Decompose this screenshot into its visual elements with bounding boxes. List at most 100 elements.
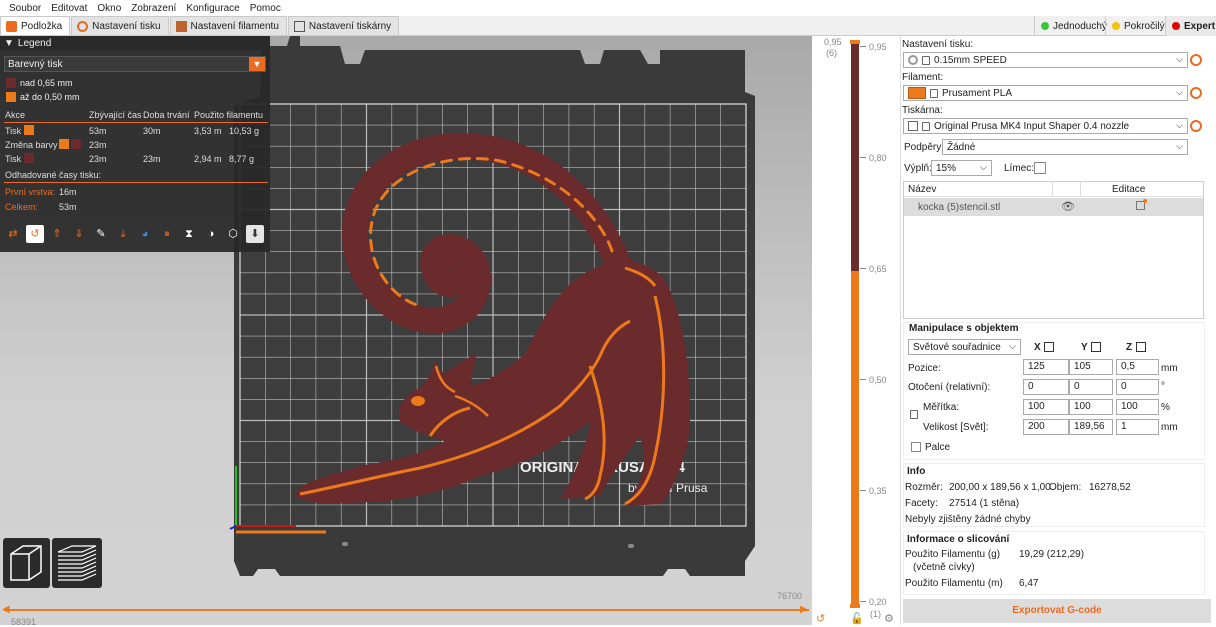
shells-icon[interactable]: ⬡ [224, 225, 242, 243]
filament-combo[interactable]: Prusament PLA ⌵ [903, 85, 1188, 101]
edit-preset-gear-icon[interactable] [1190, 87, 1202, 99]
pause-prints-icon[interactable]: ⏸ [158, 225, 176, 243]
size-x-input[interactable]: 200 [1023, 419, 1069, 435]
tab-printer-settings[interactable]: Nastavení tiskárny [287, 16, 400, 35]
slider-right-arrow-icon[interactable]: ▶ [800, 604, 808, 615]
view-preview-button[interactable] [52, 538, 102, 588]
manipulation-title: Manipulace s objektem [909, 323, 1019, 334]
undo-arrow-icon[interactable]: ↺ [816, 612, 825, 625]
wipe-icon[interactable]: ↺ [26, 225, 44, 243]
slider-left-arrow-icon[interactable]: ◀ [2, 604, 10, 615]
tab-print-settings[interactable]: Nastavení tisku [71, 16, 169, 35]
edit-preset-gear-icon[interactable] [1190, 54, 1202, 66]
mode-simple[interactable]: Jednoduchý [1034, 16, 1113, 36]
coordinates-select[interactable]: Světové souřadnice ⌵ [908, 339, 1021, 355]
scale-x-input[interactable]: 100 [1023, 399, 1069, 415]
dropdown-arrow-icon[interactable]: ▼ [249, 57, 265, 71]
scale-z-input[interactable]: 100 [1116, 399, 1159, 415]
position-z-input[interactable]: 0,5 [1116, 359, 1159, 375]
scale-label: Měřítka: [923, 402, 960, 413]
brim-checkbox[interactable] [1034, 162, 1046, 174]
center-of-gravity-icon[interactable]: ◑ [202, 225, 220, 243]
view-3d-button[interactable] [3, 538, 50, 588]
bed-icon [6, 20, 17, 32]
vertical-layer-slider[interactable]: 0,95 (6) 0,95 0,80 0,65 0,50 0,35 0,20 (1) ↺ … [812, 36, 900, 625]
object-row[interactable]: kocka (5)stencil.stl 👁 [904, 198, 1203, 216]
settings-gear-icon[interactable]: ⚙ [884, 612, 894, 625]
object-name: kocka (5)stencil.stl [918, 202, 1001, 213]
export-gcode-button[interactable]: Exportovat G-code [903, 599, 1211, 623]
mode-expert[interactable]: Expert [1165, 16, 1216, 36]
scale-lock-icon[interactable] [910, 410, 918, 419]
position-x-input[interactable]: 125 [1023, 359, 1069, 375]
slider-bottom-thumb[interactable] [850, 604, 860, 608]
view-type-value: Barevný tisk [8, 58, 63, 70]
seams-icon[interactable]: ✎ [92, 225, 110, 243]
rotation-z-input[interactable]: 0 [1116, 379, 1159, 395]
color-changes-icon[interactable]: ◕ [136, 225, 154, 243]
eye-icon[interactable]: 👁 [1061, 200, 1075, 213]
rotation-y-input[interactable]: 0 [1069, 379, 1113, 395]
object-list: Název Editace kocka (5)stencil.stl 👁 [903, 181, 1204, 319]
print-settings-combo[interactable]: 0.15mm SPEED ⌵ [903, 52, 1188, 68]
size-label: Velikost [Svět]: [923, 422, 989, 433]
tab-filament-settings[interactable]: Nastavení filamentu [169, 16, 287, 35]
lock-icon[interactable]: 🔓 [850, 612, 864, 625]
3d-viewport[interactable]: ORIGINAL PRUSA MK4 by Josef Prusa ▼ Lege… [0, 36, 900, 625]
printer-icon [293, 20, 305, 32]
slider-track [4, 609, 809, 611]
mode-label: Pokročilý [1124, 20, 1165, 32]
slider-tick-label: 0,80 [869, 153, 887, 163]
size-z-input[interactable]: 1 [1116, 419, 1159, 435]
supports-combo[interactable]: Žádné ⌵ [942, 139, 1188, 155]
divider [4, 122, 268, 123]
deretractions-icon[interactable]: ⇓ [70, 225, 88, 243]
position-label: Pozice: [908, 363, 941, 374]
menu-help[interactable]: Pomoc [245, 3, 286, 14]
slider-tick-label: 0,35 [869, 486, 887, 496]
inches-checkbox[interactable] [911, 442, 921, 452]
view-type-select[interactable]: Barevný tisk ▼ [4, 56, 266, 72]
divider [4, 182, 268, 183]
slider-top-thumb[interactable] [850, 40, 860, 44]
reset-axis-icon[interactable] [1091, 342, 1101, 352]
edit-preset-gear-icon[interactable] [1190, 120, 1202, 132]
first-layer-label: První vrstva: [5, 187, 56, 197]
tool-marker-icon[interactable]: ⬇ [246, 225, 264, 243]
collapse-triangle-icon[interactable]: ▼ [4, 38, 14, 49]
custom-gcode-icon[interactable]: ⧗ [180, 225, 198, 243]
rotation-x-input[interactable]: 0 [1023, 379, 1069, 395]
scale-y-input[interactable]: 100 [1069, 399, 1113, 415]
menu-view[interactable]: Zobrazení [126, 3, 181, 14]
menu-bar: Soubor Editovat Okno Zobrazení Konfigura… [0, 0, 1216, 16]
mode-dot-icon [1172, 22, 1180, 30]
total-value: 53m [59, 202, 77, 212]
travel-icon[interactable]: ⇄ [4, 225, 22, 243]
filament-meters-label: Použito Filamentu (m) [905, 578, 1003, 589]
size-unit: mm [1161, 422, 1178, 433]
supports-value: Žádné [947, 141, 976, 153]
table-cell: Tisk [5, 126, 22, 136]
table-cell: 23m [89, 154, 107, 164]
size-y-input[interactable]: 189,56 [1069, 419, 1113, 435]
menu-configuration[interactable]: Konfigurace [181, 3, 244, 14]
menu-file[interactable]: Soubor [4, 3, 46, 14]
retractions-icon[interactable]: ⇑ [48, 225, 66, 243]
printer-combo[interactable]: Original Prusa MK4 Input Shaper 0.4 nozz… [903, 118, 1188, 134]
position-y-input[interactable]: 105 [1069, 359, 1113, 375]
print-settings-label: Nastavení tisku: [902, 39, 974, 50]
tool-changes-icon[interactable]: ⤓ [114, 225, 132, 243]
tab-plater[interactable]: Podložka [0, 16, 71, 35]
filament-grams-label: Použito Filamentu (g) [905, 549, 1001, 560]
reset-axis-icon[interactable] [1136, 342, 1146, 352]
mode-advanced[interactable]: Pokročilý [1105, 16, 1171, 36]
slider-tick-mark [860, 601, 866, 602]
menu-window[interactable]: Okno [92, 3, 126, 14]
drop-to-bed-icon[interactable] [1044, 342, 1054, 352]
axis-y-label: Y [1081, 342, 1088, 353]
horizontal-layer-slider[interactable]: ◀ ▶ 76700 58391 [0, 590, 812, 627]
menu-edit[interactable]: Editovat [46, 3, 92, 14]
legend-header[interactable]: ▼ Legend [0, 36, 270, 50]
filament-color-swatch[interactable] [908, 87, 926, 99]
infill-combo[interactable]: 15% ⌵ [931, 160, 992, 176]
